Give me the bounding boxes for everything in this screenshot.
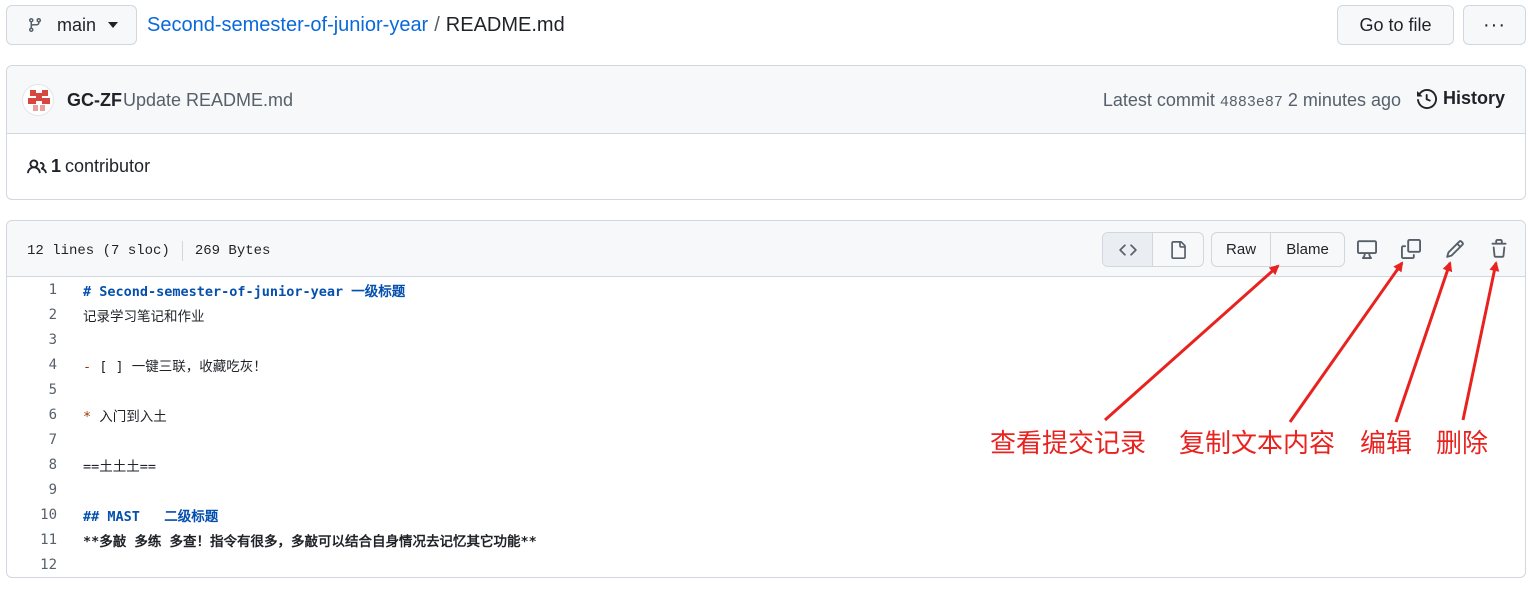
contributors-link[interactable]: 1 contributor	[27, 156, 150, 177]
line-content: * 入门到入土	[83, 408, 167, 425]
code-line: 12	[7, 552, 1525, 577]
copy-icon	[1401, 239, 1421, 259]
line-number[interactable]: 7	[7, 432, 57, 448]
line-number[interactable]: 4	[7, 357, 57, 373]
view-mode-toggle	[1102, 232, 1204, 267]
list-marker: -	[83, 358, 92, 375]
line-number[interactable]: 9	[7, 482, 57, 498]
code-line: 5	[7, 377, 1525, 402]
commit-message[interactable]: Update README.md	[123, 90, 293, 111]
code-line: 4 - [ ] 一键三联，收藏吃灰！	[7, 352, 1525, 377]
identicon-icon	[28, 90, 50, 111]
annotation-copy-content: 复制文本内容	[1179, 429, 1336, 459]
preview-button[interactable]	[1153, 233, 1203, 266]
file-header: 12 lines (7 sloc) 269 Bytes Raw Blame	[7, 221, 1525, 277]
file-size: 269 Bytes	[194, 243, 271, 259]
line-number[interactable]: 1	[7, 282, 57, 298]
code-icon	[1118, 243, 1137, 256]
blame-button[interactable]: Blame	[1271, 233, 1344, 266]
code-line: 10 ## MAST 二级标题	[7, 502, 1525, 527]
git-branch-icon	[28, 18, 41, 33]
commit-author[interactable]: GC-ZF	[67, 90, 122, 111]
commit-sha-link[interactable]: 4883e87	[1220, 94, 1283, 111]
code-view-button[interactable]	[1103, 233, 1153, 266]
code-line: 1 # Second-semester-of-junior-year 一级标题	[7, 277, 1525, 302]
desktop-icon	[1357, 240, 1377, 259]
line-number[interactable]: 12	[7, 557, 57, 573]
copy-button[interactable]	[1397, 235, 1425, 263]
line-number[interactable]: 6	[7, 407, 57, 423]
breadcrumb-repo-link[interactable]: Second-semester-of-junior-year	[147, 14, 428, 37]
raw-blame-group: Raw Blame	[1211, 232, 1345, 267]
annotation-edit: 编辑	[1360, 429, 1413, 459]
line-content: 记录学习笔记和作业	[83, 308, 205, 325]
avatar[interactable]	[22, 84, 54, 116]
contributors-bar: 1 contributor	[7, 134, 1525, 199]
line-content: # Second-semester-of-junior-year 一级标题	[83, 283, 406, 300]
latest-commit-label: Latest commit	[1102, 90, 1215, 110]
latest-commit-bar: GC-ZF Update README.md Latest commit 488…	[7, 66, 1525, 134]
file-info: 12 lines (7 sloc) 269 Bytes	[27, 241, 270, 261]
contributors-label: contributor	[65, 156, 151, 176]
annotation-delete: 删除	[1436, 429, 1489, 459]
latest-commit-info: Latest commit 4883e87 2 minutes ago	[1103, 90, 1401, 111]
branch-name: main	[57, 14, 97, 35]
line-number[interactable]: 8	[7, 457, 57, 473]
go-to-file-button[interactable]: Go to file	[1337, 5, 1454, 45]
annotation-view-history: 查看提交记录	[990, 429, 1147, 459]
line-content: ## MAST 二级标题	[83, 508, 219, 525]
history-label: History	[1442, 88, 1505, 108]
code-line: 2 记录学习笔记和作业	[7, 302, 1525, 327]
line-count: 12 lines (7 sloc)	[27, 243, 170, 259]
list-marker: *	[83, 408, 92, 425]
trash-icon	[1491, 239, 1507, 258]
code-line: 9	[7, 477, 1525, 502]
history-icon	[1416, 88, 1437, 109]
chevron-down-icon	[108, 22, 119, 28]
edit-button[interactable]	[1441, 235, 1469, 263]
code-line: 3	[7, 327, 1525, 352]
breadcrumb-separator: /	[434, 14, 440, 36]
raw-button[interactable]: Raw	[1212, 233, 1272, 266]
pencil-icon	[1446, 240, 1464, 258]
line-number[interactable]: 11	[7, 532, 57, 548]
line-number[interactable]: 3	[7, 332, 57, 348]
desktop-open-button[interactable]	[1353, 235, 1381, 263]
file-viewer: 12 lines (7 sloc) 269 Bytes Raw Blame 1 …	[6, 220, 1526, 578]
delete-button[interactable]	[1485, 235, 1513, 263]
file-navigation-bar: main Second-semester-of-junior-year / RE…	[6, 5, 1526, 45]
line-content: ==土土土==	[83, 458, 157, 475]
line-number[interactable]: 2	[7, 307, 57, 323]
commit-time: 2 minutes ago	[1287, 90, 1401, 110]
line-content: - [ ] 一键三联，收藏吃灰！	[83, 358, 267, 375]
more-options-button[interactable]: ···	[1463, 5, 1526, 45]
people-icon	[27, 158, 47, 173]
divider	[181, 241, 183, 261]
code-line: 11 **多敲 多练 多查！指令有很多，多敲可以结合自身情况去记忆其它功能**	[7, 527, 1525, 552]
line-content: **多敲 多练 多查！指令有很多，多敲可以结合自身情况去记忆其它功能**	[83, 533, 537, 550]
line-number[interactable]: 10	[7, 507, 57, 523]
commit-summary-box: GC-ZF Update README.md Latest commit 488…	[6, 65, 1526, 200]
breadcrumb-file-name: README.md	[445, 14, 565, 36]
breadcrumb: Second-semester-of-junior-year / README.…	[147, 14, 565, 37]
contributors-count: 1	[51, 156, 62, 176]
line-number[interactable]: 5	[7, 382, 57, 398]
branch-select-button[interactable]: main	[6, 5, 137, 45]
file-icon	[1171, 240, 1186, 259]
history-button[interactable]: History	[1416, 88, 1505, 109]
